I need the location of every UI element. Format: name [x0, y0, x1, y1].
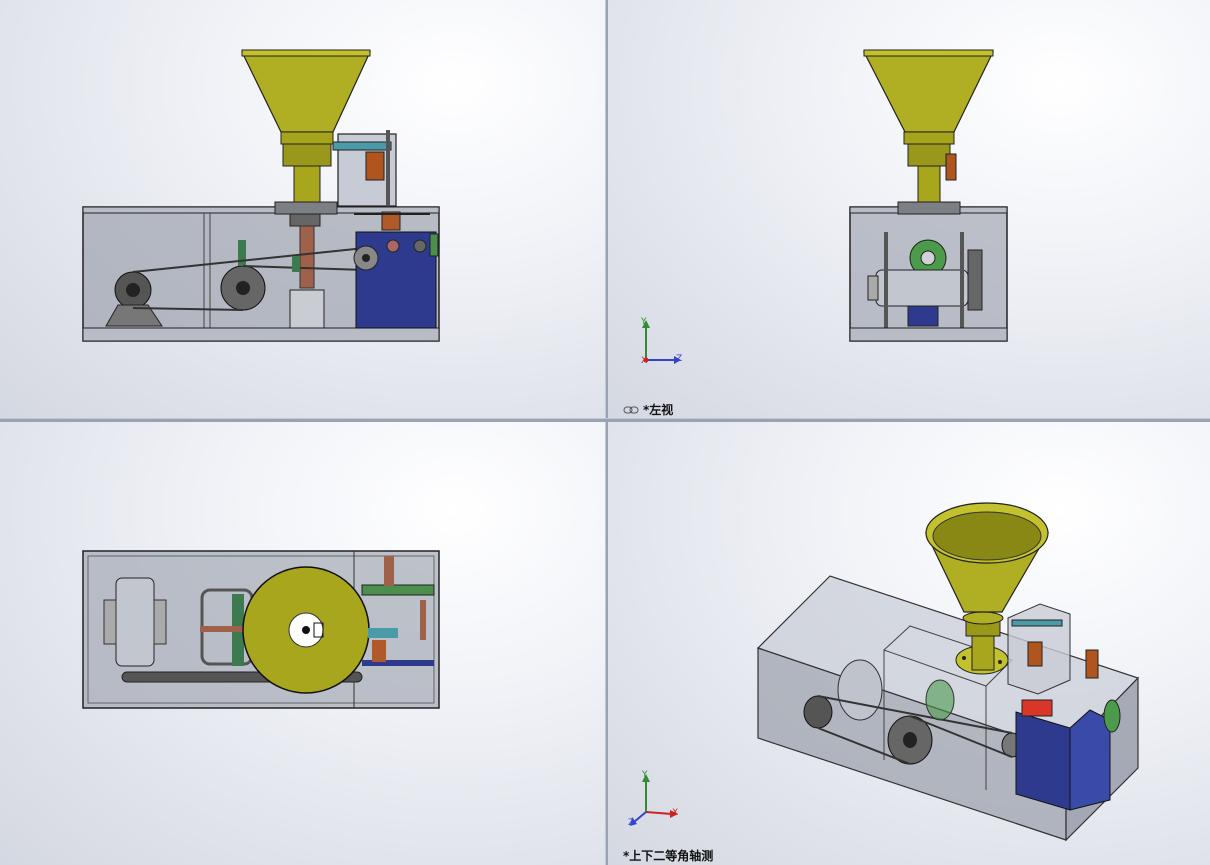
link-icon	[623, 406, 639, 413]
triad-y-label: Y	[641, 317, 647, 327]
triad-x-label: X	[672, 808, 679, 818]
triad-z-label: Z	[628, 818, 635, 828]
top-view-model	[82, 550, 440, 709]
triad-x-label: X	[641, 356, 648, 366]
viewport-front[interactable]	[0, 0, 605, 418]
viewport-left[interactable]: Y Z X *左视	[608, 0, 1210, 418]
coordinate-triad	[630, 774, 678, 826]
view-name-text: *上下二等角轴测	[623, 849, 714, 863]
triad-z-label: Z	[676, 354, 683, 364]
view-name-text: *左视	[643, 403, 674, 417]
viewport-top[interactable]	[0, 422, 605, 865]
viewport-isometric[interactable]: Y Z X *上下二等角轴测	[608, 422, 1210, 865]
viewport-splitter-horizontal[interactable]	[0, 418, 1210, 422]
viewport-splitter-vertical[interactable]	[605, 0, 608, 865]
triad-y-label: Y	[642, 770, 648, 780]
view-name-label: *上下二等角轴测	[623, 847, 713, 864]
left-view-model	[642, 49, 1008, 364]
front-view-model	[82, 49, 440, 342]
isometric-view-model	[630, 502, 1140, 842]
view-name-label: *左视	[623, 401, 673, 418]
